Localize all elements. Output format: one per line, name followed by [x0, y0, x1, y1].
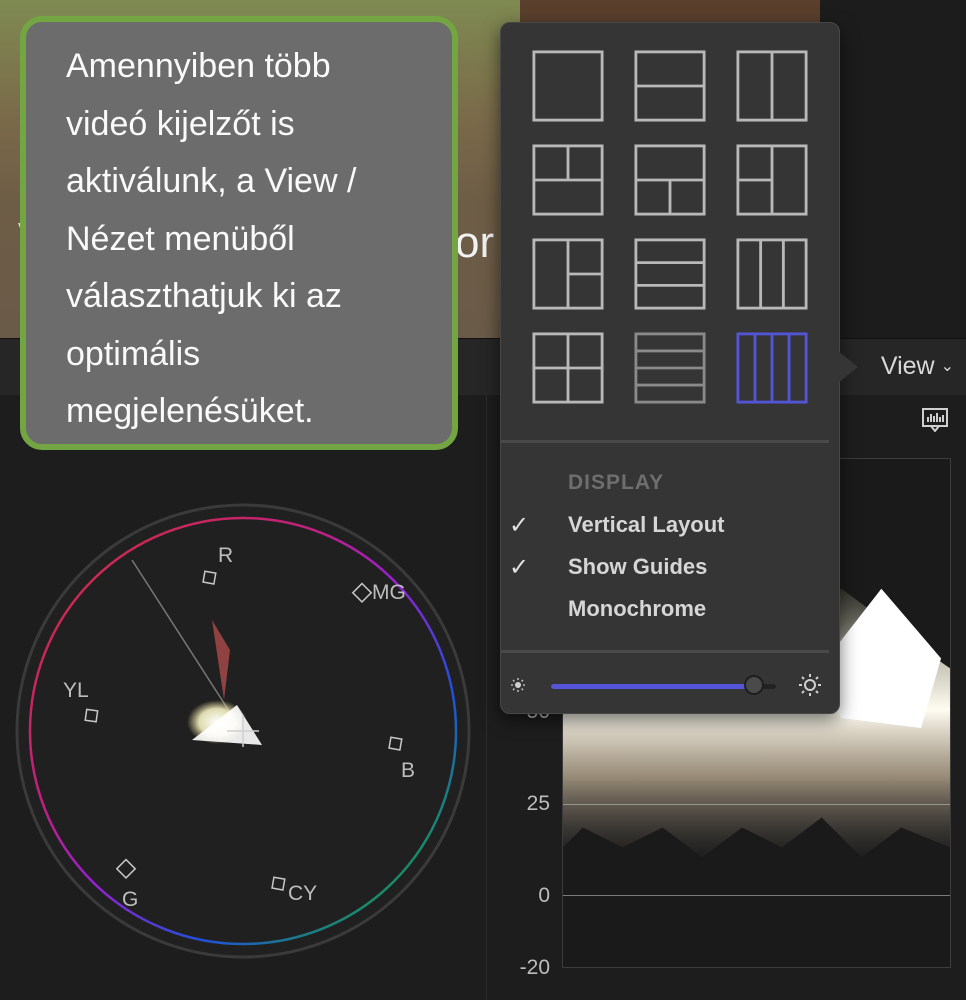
- brightness-low-icon: [511, 678, 525, 692]
- view-popover: DISPLAY ✓ Vertical Layout ✓ Show Guides …: [500, 22, 858, 714]
- scope-settings-icon[interactable]: [922, 408, 948, 432]
- callout-line-7: megjelenésüket.: [66, 392, 314, 430]
- layout-option-three-columns[interactable]: [736, 238, 808, 310]
- checkmark-icon-show-guides: ✓: [509, 554, 530, 581]
- waveform-axis-minus20: -20: [519, 956, 550, 979]
- vectorscope-label-b: B: [401, 759, 415, 782]
- brightness-slider-fill: [551, 684, 754, 689]
- option-vertical-layout[interactable]: Vertical Layout: [568, 512, 725, 538]
- video-caption-right: or: [455, 218, 495, 267]
- option-monochrome[interactable]: Monochrome: [568, 596, 706, 622]
- guide-25: [563, 804, 950, 805]
- vectorscope-label-cy: CY: [288, 882, 317, 905]
- popover-separator-1: [501, 440, 829, 443]
- waveform-axis-0: 0: [538, 884, 550, 907]
- callout-line-1: Amennyiben több: [66, 47, 331, 85]
- vectorscope-label-r: R: [218, 544, 233, 567]
- callout-line-5: választhatjuk ki az: [66, 277, 342, 315]
- layout-option-one-top-two-bottom[interactable]: [634, 144, 706, 216]
- layout-option-quad[interactable]: [532, 332, 604, 404]
- top-right-panel: [820, 0, 966, 338]
- layout-option-four-stacked[interactable]: [634, 332, 706, 404]
- view-menu-button[interactable]: View ⌄: [881, 352, 954, 381]
- checkmark-icon-vertical-layout: ✓: [509, 512, 530, 539]
- brightness-slider-knob[interactable]: [743, 675, 764, 695]
- vectorscope-label-g: G: [122, 888, 138, 911]
- vectorscope-label-yl: YL: [63, 679, 89, 702]
- callout-line-6: optimális: [66, 334, 201, 373]
- chevron-down-icon: ⌄: [940, 358, 954, 375]
- brightness-high-icon: [799, 674, 821, 696]
- popover-arrow: [838, 351, 858, 383]
- scope-divider: [486, 394, 487, 1000]
- tutorial-callout: Amennyiben több videó kijelzőt is aktivá…: [20, 16, 458, 450]
- brightness-slider[interactable]: [551, 684, 776, 689]
- layout-option-one-left-two-right[interactable]: [532, 238, 604, 310]
- vectorscope: R MG YL B G CY: [15, 503, 471, 959]
- vectorscope-label-mg: MG: [372, 581, 406, 604]
- option-show-guides[interactable]: Show Guides: [568, 554, 707, 580]
- layout-option-four-columns[interactable]: [736, 332, 808, 404]
- layout-option-single[interactable]: [532, 50, 604, 122]
- view-menu-label: View: [880, 352, 935, 380]
- layout-option-two-stacked[interactable]: [634, 50, 706, 122]
- layout-option-two-top-one-bottom[interactable]: [532, 144, 604, 216]
- callout-line-3: aktiválunk, a View /: [66, 162, 357, 200]
- layout-option-three-stacked[interactable]: [634, 238, 706, 310]
- layout-option-two-side[interactable]: [736, 50, 808, 122]
- callout-line-2: videó kijelzőt is: [66, 104, 295, 143]
- popover-separator-2: [501, 650, 829, 653]
- callout-line-4: Nézet menüből: [66, 219, 295, 258]
- layout-option-two-left-one-right[interactable]: [736, 144, 808, 216]
- guide-0: [563, 895, 950, 896]
- waveform-axis-25: 25: [526, 792, 550, 815]
- display-section-title: DISPLAY: [568, 471, 665, 494]
